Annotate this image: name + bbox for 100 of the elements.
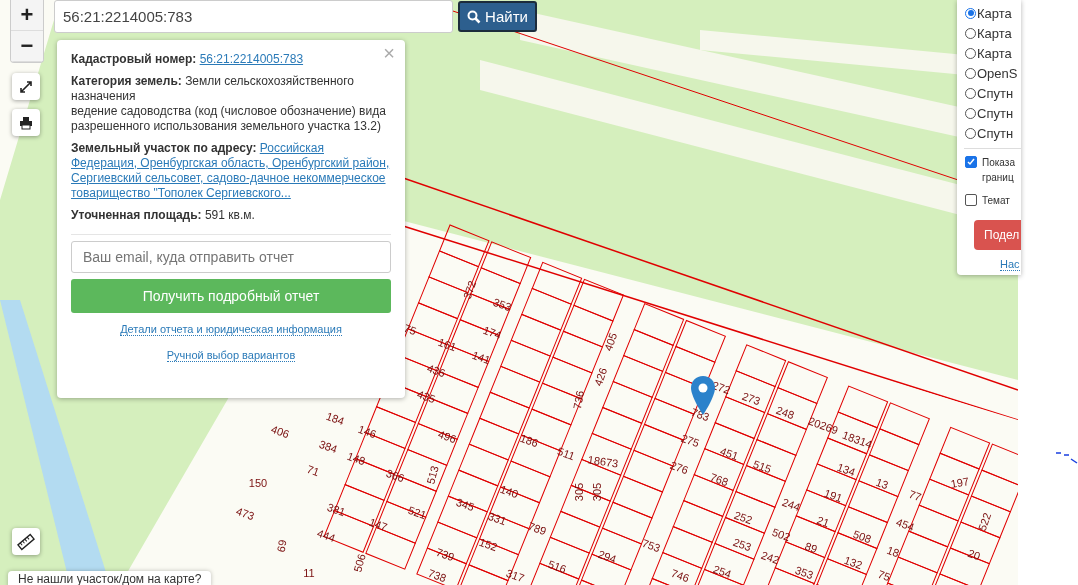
- parcel-number: 366: [384, 467, 406, 485]
- parcel-number: 134: [835, 461, 857, 479]
- parcel-number: 132: [842, 554, 864, 572]
- parcel-number: 506: [352, 552, 368, 574]
- parcel-number: 739: [434, 546, 456, 564]
- settings-link[interactable]: Нас: [1000, 258, 1020, 271]
- layer-toggle[interactable]: Темат: [965, 193, 1021, 208]
- info-link[interactable]: Детали отчета и юридическая информация: [120, 323, 342, 336]
- parcel-number: 511: [555, 445, 577, 463]
- dashed-line-mark: [1055, 450, 1078, 464]
- parcel-number: 406: [269, 423, 291, 441]
- address-text[interactable]: Земельный участок по адресу: Российская Федерация, Оренбургская область, Оренбургский район, Сергиевский сельсовет, садово-дачное некоммерческое товарищество "Тополек Сергиевского...: [71, 141, 391, 201]
- parcel-number: 736: [572, 390, 586, 410]
- parcel-number: 197: [950, 476, 970, 490]
- parcel-number: 305: [591, 482, 603, 502]
- parcel-number: 147: [367, 516, 389, 534]
- parcel-number: 516: [546, 558, 568, 576]
- layer-option[interactable]: Карта: [965, 43, 1021, 63]
- radio-button[interactable]: [965, 67, 976, 79]
- parcel-number: 513: [425, 464, 441, 486]
- search-button[interactable]: Найти: [458, 1, 537, 32]
- parcel-number: 783: [689, 406, 711, 424]
- search-icon: [467, 9, 482, 24]
- parcel-number: 426: [592, 366, 610, 388]
- check-icon: [967, 158, 975, 166]
- layer-option[interactable]: Карта: [965, 3, 1021, 23]
- search-field[interactable]: 56:21:2214005:783: [54, 0, 453, 33]
- checkbox[interactable]: [965, 156, 977, 168]
- layer-option[interactable]: OpenS: [965, 63, 1021, 83]
- radio-button[interactable]: [965, 27, 976, 39]
- radio-button[interactable]: [965, 47, 976, 59]
- cadastral-number-link[interactable]: 56:21:2214005:783: [199, 52, 304, 66]
- layer-toggle[interactable]: Показа границ: [965, 155, 1021, 185]
- share-button[interactable]: Подел: [974, 220, 1021, 250]
- parcel-number: 141: [470, 349, 492, 367]
- parcel-number: 436: [425, 362, 447, 380]
- cadastral-number-text: Кадастровый номер: 56:21:2214005:783: [71, 52, 304, 67]
- parcel-number: 521: [406, 504, 428, 522]
- parcel-number: 146: [356, 423, 378, 441]
- parcel-number: 89: [803, 540, 819, 556]
- parcel-number: 353: [491, 296, 513, 314]
- parcel-number: 77: [907, 488, 923, 504]
- parcel-number: 152: [477, 536, 499, 554]
- parcel-number: 451: [718, 445, 740, 463]
- parcel-number: 18673: [587, 454, 619, 470]
- parcel-number: 275: [679, 432, 701, 450]
- parcel-number: 353: [793, 564, 815, 582]
- layer-option[interactable]: Спутн: [965, 83, 1021, 103]
- parcel-number: 253: [731, 536, 753, 554]
- email-field[interactable]: Ваш email, куда отправить отчет: [71, 241, 391, 273]
- radio-button[interactable]: [965, 107, 976, 119]
- missing-parcel-prompt[interactable]: Не нашли участок/дом на карте?: [8, 571, 212, 585]
- layer-option[interactable]: Карта: [965, 23, 1021, 43]
- parcel-number: 71: [305, 463, 321, 479]
- area-text: Уточненная площадь: 591 кв.м.: [71, 208, 256, 223]
- parcel-number: 276: [668, 459, 690, 477]
- parcel-number: 502: [770, 526, 792, 544]
- fullscreen-button[interactable]: [12, 73, 40, 100]
- parcel-number: 69: [275, 539, 289, 553]
- layer-option[interactable]: Спутн: [965, 103, 1021, 123]
- ruler-icon: [17, 532, 35, 551]
- parcel-number: 738: [426, 567, 448, 585]
- print-icon: [19, 115, 33, 130]
- parcel-number: 186: [518, 432, 540, 450]
- parcel-number: 13: [874, 476, 890, 492]
- radio-button[interactable]: [965, 87, 976, 99]
- parcel-number: 11: [303, 567, 315, 579]
- parcel-number: 508: [851, 528, 873, 546]
- parcel-number: 746: [669, 567, 691, 585]
- parcel-number: 496: [436, 428, 458, 446]
- parcel-number: 753: [640, 537, 662, 555]
- radio-button[interactable]: [965, 7, 976, 19]
- layer-option[interactable]: Спутн: [965, 123, 1021, 143]
- parcel-number: 140: [498, 483, 520, 501]
- radio-button[interactable]: [965, 127, 976, 139]
- ruler-button[interactable]: [12, 528, 40, 555]
- expand-icon: [19, 79, 33, 94]
- parcel-number: 331: [486, 510, 508, 528]
- land-category-text: Категория земель: Земли сельскохозяйственного назначения ведение садоводства (код (числовое обозначение) вида разрешенного использования земельного участка 13.2): [71, 74, 387, 134]
- parcel-number: 305: [573, 482, 585, 502]
- info-link[interactable]: Ручной выбор вариантов: [166, 349, 296, 362]
- parcel-number: 444: [315, 527, 337, 545]
- parcel-number: 191: [822, 487, 844, 505]
- checkbox[interactable]: [965, 194, 977, 206]
- parcel-number: 20: [966, 547, 982, 563]
- parcel-number: 317: [504, 567, 526, 585]
- parcel-number: 75: [876, 568, 892, 584]
- parcel-number: 435: [415, 388, 437, 406]
- parcel-number: 381: [325, 501, 347, 519]
- parcel-number: 148: [345, 450, 367, 468]
- parcel-number: 473: [234, 505, 256, 523]
- parcel-number: 294: [596, 548, 618, 566]
- parcel-number: 18: [885, 544, 901, 560]
- parcel-number: 768: [708, 471, 730, 489]
- parcel-number: 345: [454, 496, 476, 514]
- parcel-number: 248: [774, 404, 796, 422]
- parcel-number: 174: [481, 324, 503, 342]
- parcel-number: 372: [461, 279, 479, 301]
- print-button[interactable]: [12, 109, 40, 136]
- parcel-number: 515: [751, 458, 773, 476]
